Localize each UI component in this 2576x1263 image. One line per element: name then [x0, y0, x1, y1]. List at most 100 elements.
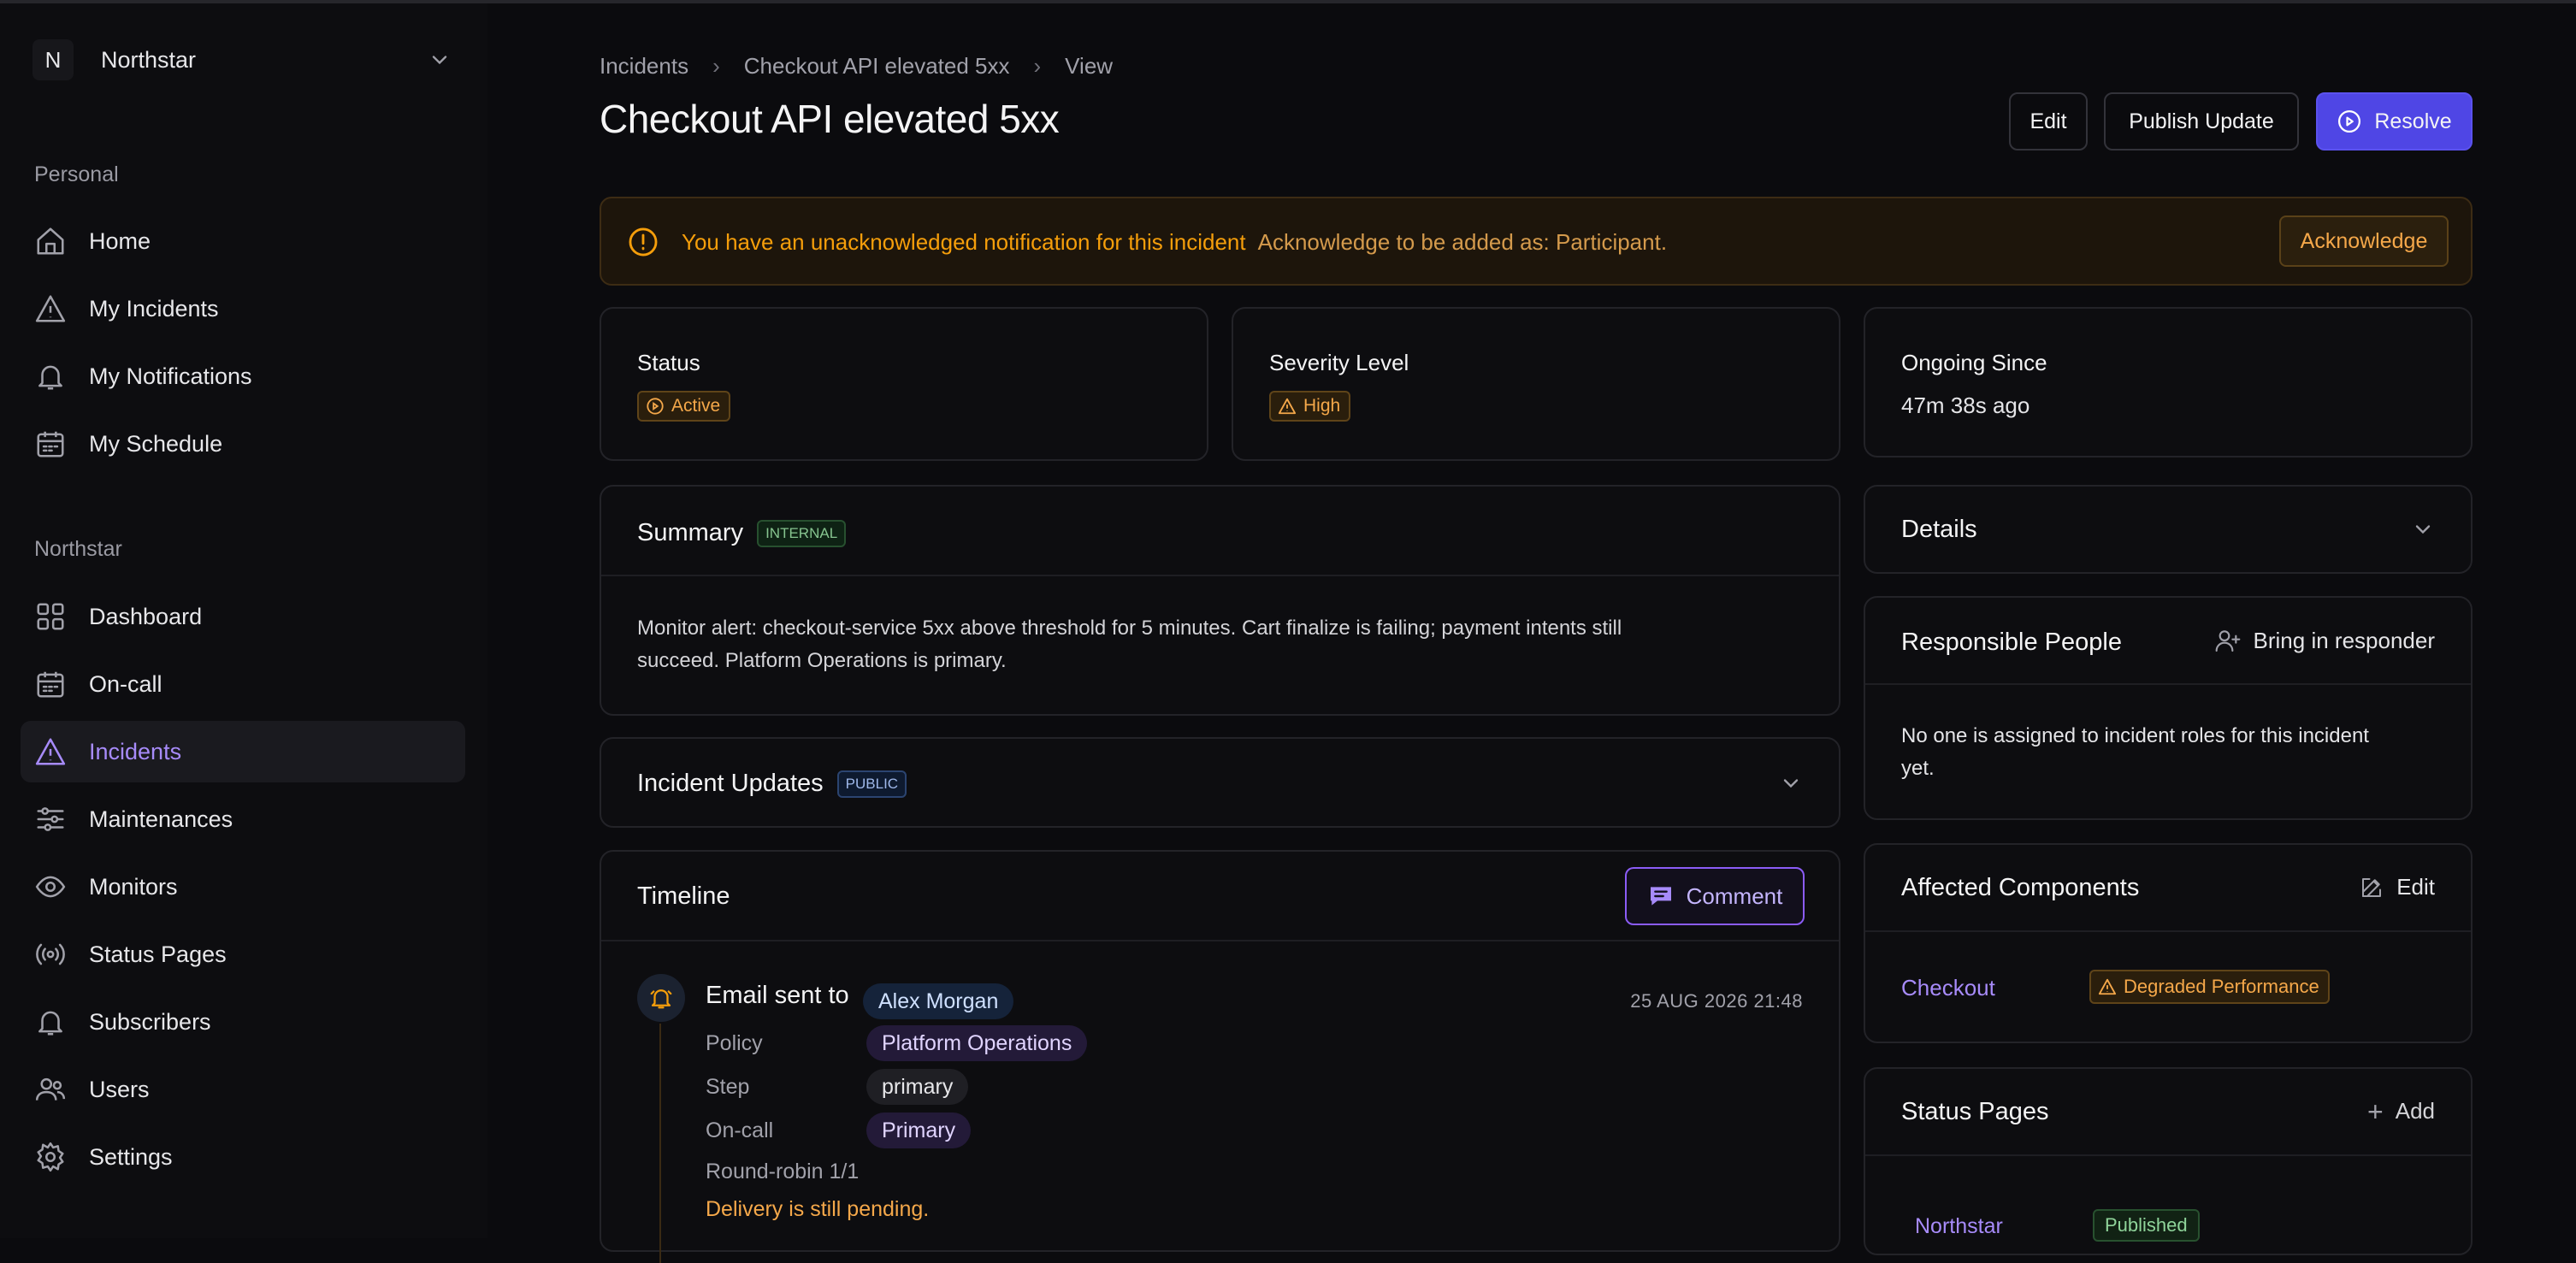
play-circle-icon — [647, 398, 664, 415]
warning-triangle-icon — [1278, 398, 1297, 415]
publish-update-label: Publish Update — [2129, 109, 2274, 133]
sidebar-item-my-notifications[interactable]: My Notifications — [21, 345, 465, 407]
users-icon — [35, 1077, 66, 1101]
status-page-link[interactable]: Northstar — [1915, 1214, 2003, 1239]
timeline-entry-heading: Email sent to — [706, 982, 849, 1009]
sidebar-item-on-call[interactable]: On-call — [21, 653, 465, 715]
component-link[interactable]: Checkout — [1901, 975, 1995, 1001]
bring-in-responder-button[interactable]: Bring in responder — [2214, 627, 2435, 654]
add-status-page-button[interactable]: + Add — [2367, 1095, 2435, 1127]
user-plus-icon — [2215, 630, 2240, 652]
home-icon — [37, 227, 64, 255]
timeline-timestamp: 25 AUG 2026 21:48 — [1630, 990, 1803, 1012]
acknowledge-button[interactable]: Acknowledge — [2279, 215, 2449, 267]
edit-button-label: Edit — [2029, 109, 2067, 133]
severity-badge: High — [1269, 391, 1351, 422]
policy-pill[interactable]: Platform Operations — [866, 1025, 1088, 1061]
comment-label: Comment — [1686, 882, 1783, 909]
delivery-status: Delivery is still pending. — [706, 1197, 930, 1221]
affected-components-card: Affected Components Edit Checkout Degrad… — [1864, 843, 2473, 1043]
recipient-pill[interactable]: Alex Morgan — [863, 983, 1014, 1019]
unacknowledged-alert: You have an unacknowledged notification … — [600, 197, 2473, 286]
status-pages-card: Status Pages + Add Northstar Published — [1864, 1067, 2473, 1255]
sidebar-item-label: Incidents — [89, 738, 182, 764]
sidebar-item-dashboard[interactable]: Dashboard — [21, 586, 465, 647]
breadcrumb: Incidents › Checkout API elevated 5xx › … — [600, 53, 1113, 80]
status-value: Active — [671, 396, 721, 416]
sidebar-item-home[interactable]: Home — [21, 210, 465, 272]
bell-icon — [38, 365, 62, 390]
divider — [601, 575, 1839, 576]
affected-edit-label: Edit — [2396, 874, 2435, 900]
affected-edit-button[interactable]: Edit — [2359, 874, 2435, 900]
internal-tag: INTERNAL — [757, 520, 847, 548]
summary-line-2: succeed. Platform Operations is primary. — [637, 649, 1007, 672]
edit-icon — [2362, 877, 2382, 897]
chevron-right-icon: › — [712, 53, 720, 79]
plus-icon: + — [2367, 1095, 2384, 1127]
bell-ringing-icon — [650, 989, 672, 1009]
ongoing-label: Ongoing Since — [1901, 350, 2047, 375]
section-label-personal: Personal — [34, 162, 119, 186]
alert-circle-icon — [629, 227, 658, 257]
policy-label: Policy — [706, 1031, 763, 1055]
incident-updates-card[interactable]: Incident Updates PUBLIC — [600, 737, 1840, 828]
severity-value: High — [1303, 396, 1341, 416]
details-card[interactable]: Details — [1864, 485, 2473, 574]
sidebar-item-label: Monitors — [89, 873, 178, 900]
gear-icon — [37, 1142, 64, 1172]
sidebar-item-label: On-call — [89, 670, 162, 697]
org-switcher[interactable]: N Northstar — [32, 39, 452, 80]
acknowledge-label: Acknowledge — [2300, 228, 2428, 253]
status-pages-title: Status Pages — [1901, 1098, 2049, 1125]
section-label-org: Northstar — [34, 537, 122, 561]
sidebar-item-users[interactable]: Users — [21, 1059, 465, 1120]
comment-button[interactable]: Comment — [1625, 867, 1805, 925]
warning-triangle-icon — [2098, 978, 2117, 995]
chevron-down-icon[interactable] — [1779, 771, 1803, 795]
warning-triangle-icon — [35, 295, 66, 322]
sidebar-item-monitors[interactable]: Monitors — [21, 856, 465, 918]
summary-line-1: Monitor alert: checkout-service 5xx abov… — [637, 617, 1622, 640]
component-status-badge: Degraded Performance — [2089, 970, 2330, 1004]
timeline-card: Timeline Comment Email sent to Alex Morg… — [600, 850, 1840, 1263]
timeline-entry-avatar — [637, 974, 685, 1022]
timeline-title: Timeline — [637, 882, 730, 910]
calendar-icon — [37, 431, 64, 457]
grid-icon — [37, 603, 64, 630]
breadcrumb-incidents[interactable]: Incidents — [600, 53, 688, 80]
breadcrumb-incident[interactable]: Checkout API elevated 5xx — [744, 53, 1010, 80]
sidebar-item-my-incidents[interactable]: My Incidents — [21, 278, 465, 339]
org-name: Northstar — [101, 46, 197, 73]
sidebar-item-subscribers[interactable]: Subscribers — [21, 991, 465, 1053]
alert-detail: Acknowledge to be added as: Participant. — [1257, 229, 1668, 255]
sidebar-item-my-schedule[interactable]: My Schedule — [21, 413, 465, 475]
sidebar-item-label: Dashboard — [89, 603, 203, 629]
status-badge: Active — [637, 391, 731, 422]
sidebar-item-incidents[interactable]: Incidents — [21, 721, 465, 782]
sidebar-item-label: Status Pages — [89, 941, 227, 967]
edit-button[interactable]: Edit — [2009, 92, 2088, 150]
responsible-empty-text: No one is assigned to incident roles for… — [1901, 720, 2369, 785]
severity-card: Severity Level High — [1232, 307, 1840, 461]
org-avatar: N — [32, 39, 74, 80]
publish-update-button[interactable]: Publish Update — [2104, 92, 2299, 150]
sidebar-item-status-pages[interactable]: Status Pages — [21, 924, 465, 985]
divider — [1865, 683, 2471, 685]
sidebar-item-label: Home — [89, 227, 151, 254]
sidebar-item-label: My Notifications — [89, 363, 252, 389]
resolve-label: Resolve — [2374, 109, 2452, 133]
sidebar-item-label: Subscribers — [89, 1008, 211, 1035]
incident-updates-title-text: Incident Updates — [637, 770, 824, 797]
sidebar-item-maintenances[interactable]: Maintenances — [21, 788, 465, 850]
affected-title: Affected Components — [1901, 874, 2140, 901]
sidebar-item-label: My Incidents — [89, 295, 219, 322]
resolve-button[interactable]: Resolve — [2316, 92, 2473, 150]
chevron-down-icon[interactable] — [2411, 517, 2435, 541]
oncall-pill[interactable]: Primary — [866, 1113, 972, 1148]
divider — [1865, 930, 2471, 932]
sidebar-item-settings[interactable]: Settings — [21, 1126, 465, 1188]
summary-title-text: Summary — [637, 519, 744, 546]
responsible-title: Responsible People — [1901, 629, 2122, 656]
sliders-icon — [37, 807, 64, 831]
